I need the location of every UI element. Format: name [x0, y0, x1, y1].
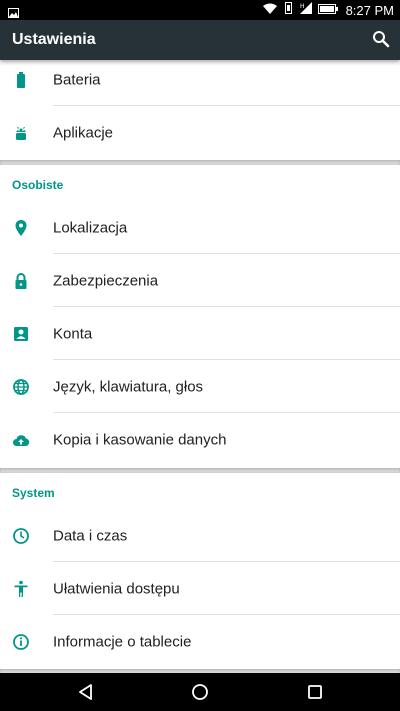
navigation-bar [0, 673, 400, 711]
android-icon [11, 123, 31, 143]
section-header-system: System [12, 486, 55, 500]
settings-item-date-time[interactable]: Data i czas [0, 509, 400, 562]
settings-item-apps[interactable]: Aplikacje [0, 106, 400, 159]
status-icons: H 8:27 PM [262, 0, 394, 20]
settings-item-location[interactable]: Lokalizacja [0, 201, 400, 254]
vibrate-icon [283, 1, 294, 19]
svg-text:H: H [300, 3, 305, 10]
settings-item-label: Zabezpieczenia [53, 272, 159, 289]
location-icon [11, 218, 31, 238]
settings-item-about-tablet[interactable]: Informacje o tablecie [0, 615, 400, 668]
lock-icon [11, 271, 31, 291]
page-title: Ustawienia [12, 31, 96, 48]
settings-item-label: Kopia i kasowanie danych [53, 431, 227, 448]
wifi-icon [262, 1, 277, 19]
settings-list: Bateria Aplikacje Osobiste Lokalizacja Z… [0, 60, 400, 673]
settings-item-label: Język, klawiatura, głos [53, 378, 204, 395]
status-bar: H 8:27 PM [0, 0, 400, 20]
cloud-upload-icon [11, 430, 31, 450]
settings-item-backup[interactable]: Kopia i kasowanie danych [0, 413, 400, 466]
section-header-personal: Osobiste [12, 178, 64, 192]
accessibility-icon [11, 579, 31, 599]
settings-item-label: Data i czas [53, 527, 128, 544]
settings-item-accounts[interactable]: Konta [0, 307, 400, 360]
account-icon [11, 324, 31, 344]
settings-item-security[interactable]: Zabezpieczenia [0, 254, 400, 307]
globe-icon [11, 377, 31, 397]
settings-item-label: Konta [53, 325, 93, 342]
home-icon[interactable] [190, 682, 210, 702]
settings-item-label: Aplikacje [53, 124, 114, 141]
recents-icon[interactable] [305, 682, 325, 702]
settings-item-label: Lokalizacja [53, 219, 128, 236]
settings-item-battery[interactable]: Bateria [0, 60, 400, 106]
app-toolbar: Ustawienia [0, 20, 400, 60]
section-divider [0, 468, 400, 473]
signal-icon: H [299, 1, 312, 19]
search-icon[interactable] [372, 30, 390, 53]
settings-item-language[interactable]: Język, klawiatura, głos [0, 360, 400, 413]
settings-item-accessibility[interactable]: Ułatwienia dostępu [0, 562, 400, 615]
section-divider [0, 160, 400, 165]
clock-icon [11, 526, 31, 546]
status-time: 8:27 PM [345, 2, 394, 18]
battery-icon [11, 70, 31, 90]
settings-item-label: Informacje o tablecie [53, 633, 192, 650]
battery-icon [317, 1, 338, 19]
info-icon [11, 632, 31, 652]
settings-item-label: Ułatwienia dostępu [53, 580, 180, 597]
settings-item-label: Bateria [53, 71, 101, 88]
back-icon[interactable] [76, 682, 96, 702]
